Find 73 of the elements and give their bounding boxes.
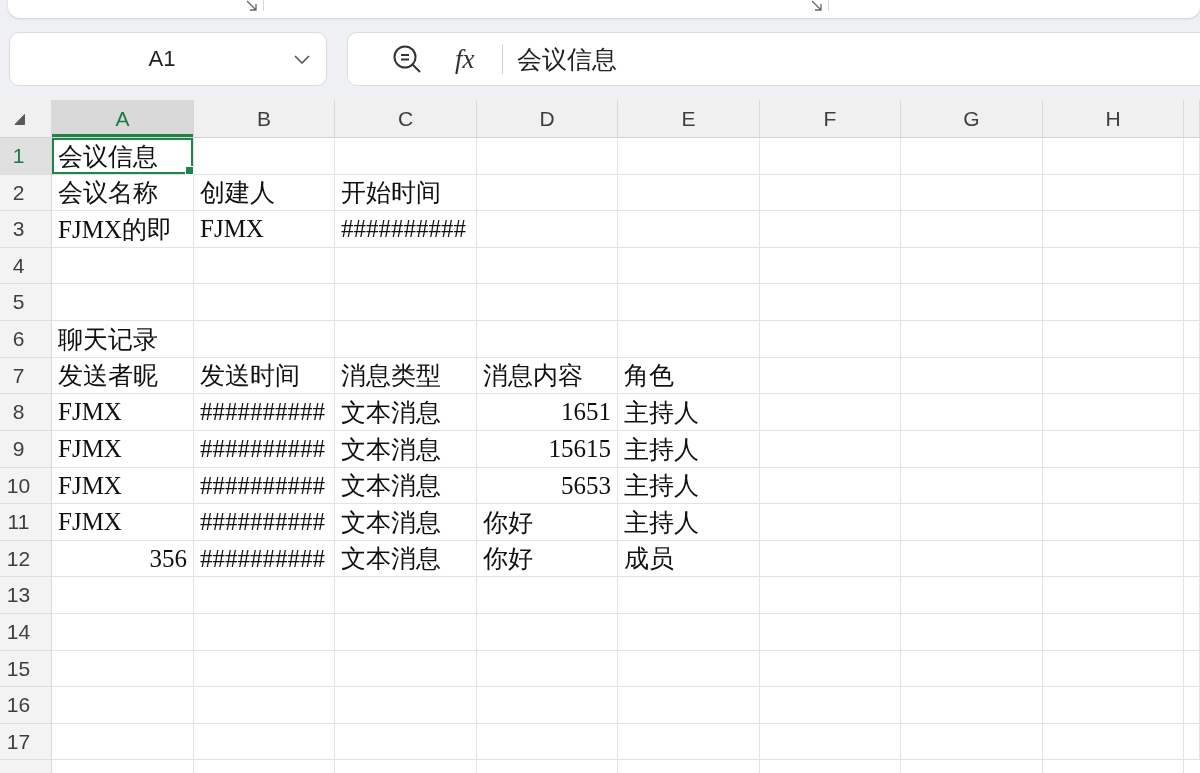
- chevron-down-icon[interactable]: [294, 54, 310, 64]
- table-cell[interactable]: 会议名称: [52, 175, 194, 211]
- column-header[interactable]: H: [1043, 100, 1184, 138]
- table-cell[interactable]: FJMX: [194, 211, 335, 248]
- table-cell[interactable]: 你好: [477, 504, 618, 541]
- name-box[interactable]: A1: [9, 32, 327, 86]
- table-cell[interactable]: FJMX的即: [52, 211, 194, 248]
- table-cell[interactable]: 356: [52, 541, 194, 577]
- table-cell[interactable]: 主持人: [618, 468, 760, 504]
- table-cell[interactable]: 开始时间: [335, 175, 477, 211]
- formula-field[interactable]: 会议信息: [502, 33, 1200, 85]
- table-cell[interactable]: 创建人: [194, 175, 335, 211]
- table-cell[interactable]: 你好: [477, 541, 618, 577]
- column-header[interactable]: G: [901, 100, 1043, 138]
- fill-handle[interactable]: [185, 166, 194, 175]
- table-cell[interactable]: 消息内容: [477, 358, 618, 394]
- table-cell[interactable]: 聊天记录: [52, 321, 194, 358]
- row-header[interactable]: 7: [0, 358, 52, 394]
- column-header[interactable]: D: [477, 100, 618, 138]
- row-header[interactable]: 3: [0, 211, 52, 248]
- table-cell[interactable]: 发送者昵: [52, 358, 194, 394]
- table-cell[interactable]: 文本消息: [335, 504, 477, 541]
- table-cell[interactable]: 文本消息: [335, 468, 477, 504]
- table-cell[interactable]: ##########: [194, 541, 335, 577]
- table-cell[interactable]: FJMX: [52, 468, 194, 504]
- table-cell[interactable]: 会议信息: [52, 138, 194, 175]
- row-header[interactable]: 13: [0, 577, 52, 614]
- row-header[interactable]: 11: [0, 504, 52, 541]
- table-cell[interactable]: ##########: [194, 394, 335, 431]
- table-cell[interactable]: 成员: [618, 541, 760, 577]
- row-header[interactable]: 1: [0, 138, 52, 175]
- row-header[interactable]: 14: [0, 614, 52, 651]
- column-header[interactable]: C: [335, 100, 477, 138]
- column-header[interactable]: E: [618, 100, 760, 138]
- table-cell[interactable]: 消息类型: [335, 358, 477, 394]
- row-header[interactable]: 16: [0, 687, 52, 724]
- row-header[interactable]: 8: [0, 394, 52, 431]
- row-header[interactable]: 10: [0, 468, 52, 504]
- row-header[interactable]: 9: [0, 431, 52, 468]
- table-cell[interactable]: FJMX: [52, 504, 194, 541]
- row-header[interactable]: 2: [0, 175, 52, 211]
- table-cell[interactable]: FJMX: [52, 394, 194, 431]
- table-cell[interactable]: 主持人: [618, 394, 760, 431]
- column-header[interactable]: B: [194, 100, 335, 138]
- diagonal-arrow-icon[interactable]: [246, 0, 257, 11]
- table-cell[interactable]: FJMX: [52, 431, 194, 468]
- table-cell[interactable]: ##########: [335, 211, 477, 248]
- row-header[interactable]: 5: [0, 284, 52, 321]
- table-cell[interactable]: 1651: [477, 394, 618, 431]
- table-cell[interactable]: ##########: [194, 431, 335, 468]
- table-cell[interactable]: 文本消息: [335, 541, 477, 577]
- insert-function-button[interactable]: fx: [453, 44, 477, 74]
- select-all-triangle-icon[interactable]: [14, 112, 25, 125]
- table-cell[interactable]: ##########: [194, 468, 335, 504]
- row-header[interactable]: 12: [0, 541, 52, 577]
- table-cell[interactable]: 主持人: [618, 431, 760, 468]
- table-cell[interactable]: 角色: [618, 358, 760, 394]
- table-cell[interactable]: 5653: [477, 468, 618, 504]
- magnifier-icon[interactable]: [393, 45, 421, 73]
- row-header[interactable]: 17: [0, 724, 52, 760]
- column-header[interactable]: F: [760, 100, 901, 138]
- table-cell[interactable]: 文本消息: [335, 394, 477, 431]
- diagonal-arrow-icon[interactable]: [811, 0, 822, 11]
- row-header[interactable]: 15: [0, 651, 52, 687]
- column-header[interactable]: A: [52, 100, 194, 138]
- table-cell[interactable]: 文本消息: [335, 431, 477, 468]
- table-cell[interactable]: 15615: [477, 431, 618, 468]
- table-cell[interactable]: ##########: [194, 504, 335, 541]
- column-header[interactable]: [1184, 100, 1200, 138]
- table-cell[interactable]: 主持人: [618, 504, 760, 541]
- row-header[interactable]: 4: [0, 248, 52, 284]
- table-cell[interactable]: 发送时间: [194, 358, 335, 394]
- row-header[interactable]: 6: [0, 321, 52, 358]
